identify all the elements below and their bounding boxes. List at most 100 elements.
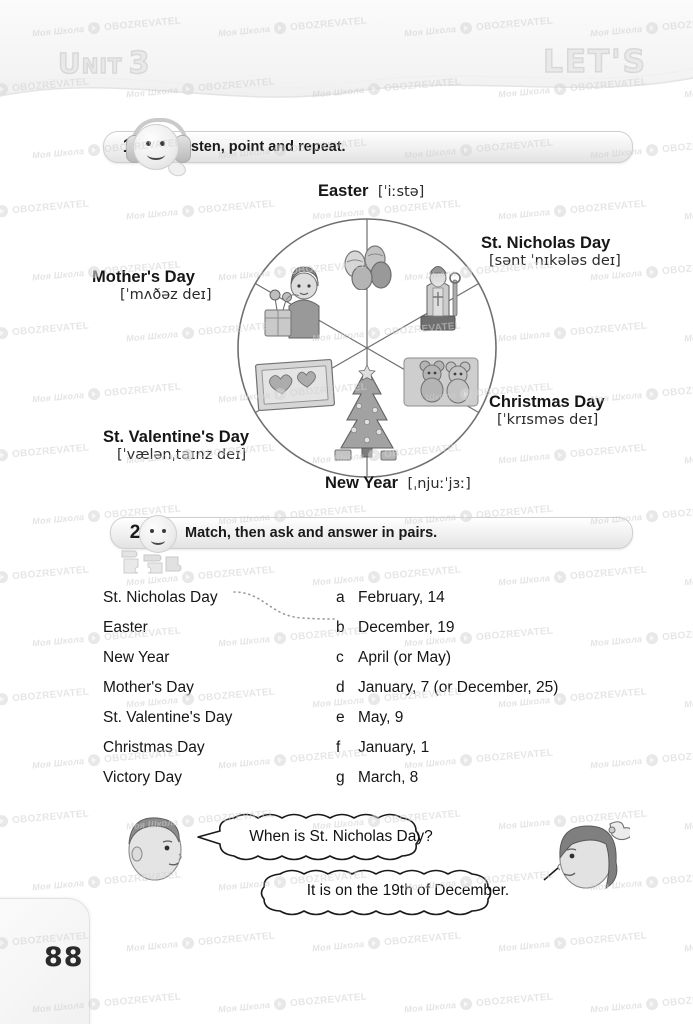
watermark-logo-icon: [553, 448, 567, 462]
match-right-item[interactable]: d January, 7 (or December, 25): [336, 673, 676, 703]
match-right-column: a February, 14 b December, 19 c April (o…: [336, 583, 676, 793]
watermark-logo-icon: [0, 448, 9, 462]
wheel-label-st-valentines-day: St. Valentine's Day [ˈvælənˌtaɪnz deɪ]: [103, 428, 249, 464]
match-left-item[interactable]: Christmas Day: [103, 733, 333, 763]
watermark: Моя ШколаOBOZREVATEL: [0, 442, 90, 467]
watermark-brand-label: OBOZREVATEL: [11, 686, 90, 704]
smiley2-eye-left: [150, 529, 154, 533]
watermark: Моя ШколаOBOZREVATEL: [684, 198, 693, 223]
match-connector-line: [233, 591, 335, 620]
smiley-face-icon: [139, 515, 177, 553]
watermark: Моя ШколаOBOZREVATEL: [312, 930, 462, 955]
watermark-brand-label: OBOZREVATEL: [569, 564, 648, 582]
watermark-school-label: Моя Школа: [311, 938, 365, 954]
watermark-logo-icon: [367, 570, 381, 584]
smiley-eye-left: [146, 141, 151, 146]
watermark-brand-label: OBOZREVATEL: [661, 137, 693, 155]
watermark-logo-icon: [181, 326, 195, 340]
match-right-item[interactable]: a February, 14: [336, 583, 676, 613]
wheel-label-mothers-day: Mother's Day [ˈmʌðəz deɪ]: [92, 268, 212, 304]
match-right-item[interactable]: e May, 9: [336, 703, 676, 733]
match-left-item-label: Victory Day: [103, 769, 182, 786]
task-2-bar: 2 Match, then ask and answer in pairs.: [110, 517, 633, 549]
watermark-school-label: Моя Школа: [31, 633, 85, 649]
wheel-label-new-year: New Year [ˌnjuːˈjɜː]: [325, 474, 471, 493]
watermark-logo-icon: [553, 936, 567, 950]
watermark-brand-label: OBOZREVATEL: [569, 198, 648, 216]
wheel-label-st-nicholas-day: St. Nicholas Day [sənt ˈnɪkələs deɪ]: [481, 234, 621, 270]
watermark-logo-icon: [87, 753, 101, 767]
wheel-label-easter-name: Easter: [318, 182, 369, 200]
watermark-logo-icon: [87, 875, 101, 889]
watermark-logo-icon: [87, 387, 101, 401]
watermark-school-label: Моя Школа: [683, 329, 693, 344]
match-left-item-label: St. Nicholas Day: [103, 589, 218, 606]
match-left-item[interactable]: St. Valentine's Day: [103, 703, 333, 733]
watermark-brand-label: OBOZREVATEL: [661, 259, 693, 277]
smiley2-mouth: [151, 536, 165, 545]
watermark-brand-label: OBOZREVATEL: [569, 442, 648, 460]
match-left-item[interactable]: Victory Day: [103, 763, 333, 793]
match-right-item[interactable]: b December, 19: [336, 613, 676, 643]
textbook-page: Unit3 LET'S 1 Listen, point and repeat.: [0, 0, 693, 1024]
watermark-logo-icon: [87, 143, 101, 157]
watermark-school-label: Моя Школа: [31, 389, 85, 405]
watermark: Моя ШколаOBOZREVATEL: [498, 198, 648, 223]
watermark-logo-icon: [645, 265, 659, 279]
watermark-brand-label: OBOZREVATEL: [11, 564, 90, 582]
wheel-label-st-nicholas-day-ipa: [sənt ˈnɪkələs deɪ]: [489, 252, 621, 269]
match-left-item[interactable]: Mother's Day: [103, 673, 333, 703]
watermark-school-label: Моя Школа: [683, 207, 693, 222]
watermark-logo-icon: [0, 692, 9, 706]
watermark-school-label: Моя Школа: [31, 511, 85, 527]
watermark-brand-label: OBOZREVATEL: [11, 442, 90, 460]
wheel-label-new-year-ipa: [ˌnjuːˈjɜː]: [407, 476, 471, 492]
match-left-item[interactable]: New Year: [103, 643, 333, 673]
watermark-logo-icon: [553, 570, 567, 584]
watermark-school-label: Моя Школа: [31, 755, 85, 771]
match-right-item[interactable]: g March, 8: [336, 763, 676, 793]
wheel-label-easter: Easter [ˈiːstə]: [318, 182, 424, 201]
wheel-label-mothers-day-ipa: [ˈmʌðəz deɪ]: [120, 286, 212, 303]
match-left-item-label: Easter: [103, 619, 148, 636]
watermark: Моя ШколаOBOZREVATEL: [590, 381, 693, 406]
watermark-brand-label: OBOZREVATEL: [103, 991, 182, 1009]
match-right-item-label: April (or May): [358, 649, 452, 666]
match-right-item-label: February, 14: [358, 589, 445, 606]
watermark-school-label: Моя Школа: [683, 451, 693, 466]
watermark-logo-icon: [459, 997, 473, 1011]
watermark-brand-label: OBOZREVATEL: [661, 991, 693, 1009]
watermark: Моя Школа OBOZREVATEL: [32, 381, 182, 406]
watermark-logo-icon: [181, 936, 195, 950]
watermark-school-label: Моя Школа: [497, 450, 551, 466]
match-right-item[interactable]: c April (or May): [336, 643, 676, 673]
watermark: Моя ШколаOBOZREVATEL: [684, 808, 693, 833]
watermark-brand-label: OBOZREVATEL: [103, 381, 182, 399]
unit-label: Unit: [57, 46, 123, 81]
watermark-brand-label: OBOZREVATEL: [197, 198, 276, 216]
match-right-item-letter: f: [336, 739, 341, 756]
match-left-item-label: St. Valentine's Day: [103, 709, 233, 726]
match-right-item-label: December, 19: [358, 619, 455, 636]
watermark-logo-icon: [0, 814, 9, 828]
watermark-logo-icon: [0, 570, 9, 584]
watermark-school-label: Моя Школа: [31, 267, 85, 283]
answer-speech-bubble: It is on the 19th of December.: [258, 866, 558, 916]
watermark-brand-label: OBOZREVATEL: [475, 991, 554, 1009]
match-right-item[interactable]: f January, 1: [336, 733, 676, 763]
watermark: Моя ШколаOBOZREVATEL: [498, 930, 648, 955]
watermark-brand-label: OBOZREVATEL: [569, 930, 648, 948]
watermark-brand-label: OBOZREVATEL: [661, 869, 693, 887]
wheel-label-christmas-day-name: Christmas Day: [489, 393, 605, 411]
wheel-label-easter-ipa: [ˈiːstə]: [377, 184, 425, 200]
boy-head-icon: [128, 817, 182, 881]
watermark-school-label: Моя Школа: [683, 939, 693, 954]
watermark: Моя ШколаOBOZREVATEL: [684, 686, 693, 711]
watermark-logo-icon: [273, 997, 287, 1011]
watermark-logo-icon: [645, 509, 659, 523]
watermark-brand-label: OBOZREVATEL: [383, 564, 462, 582]
wheel-label-new-year-name: New Year: [325, 474, 399, 492]
match-right-item-letter: c: [336, 649, 344, 666]
watermark-brand-label: OBOZREVATEL: [661, 381, 693, 399]
wheel-label-christmas-day-ipa: [ˈkrɪsməs deɪ]: [497, 411, 599, 428]
